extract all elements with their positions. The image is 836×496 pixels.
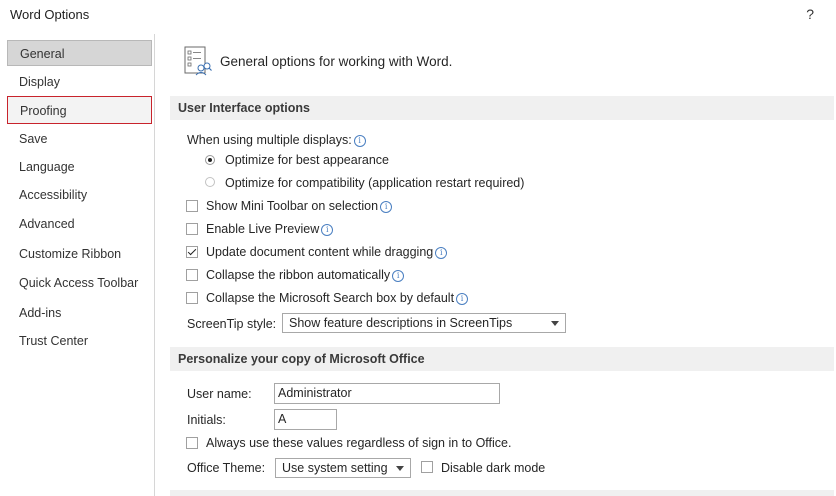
chevron-down-icon [551,321,559,326]
collapse-ribbon-label: Collapse the ribbon automatically i [206,268,405,282]
disable-dark-mode-label: Disable dark mode [441,461,546,475]
sidebar-item-language[interactable]: Language [7,154,152,180]
screentip-value: Show feature descriptions in ScreenTips [289,316,513,330]
collapse-ribbon-text: Collapse the ribbon automatically [206,268,391,282]
checkbox-collapse-ribbon[interactable] [186,269,198,281]
update-dragging-text: Update document content while dragging [206,245,434,259]
live-preview-text: Enable Live Preview [206,222,320,236]
checkbox-update-dragging[interactable] [186,246,198,258]
office-theme-value: Use system setting [282,461,388,475]
checkbox-collapse-search[interactable] [186,292,198,304]
initials-input[interactable]: A [274,409,337,430]
info-icon[interactable]: i [456,293,469,305]
live-preview-label: Enable Live Preview i [206,222,334,236]
checkbox-always-use[interactable] [186,437,198,449]
window-title: Word Options [10,7,90,22]
section-ui-options: User Interface options [170,96,834,120]
update-dragging-label: Update document content while dragging i [206,245,448,259]
sidebar-item-customize-ribbon[interactable]: Customize Ribbon [7,241,152,267]
checkbox-live-preview[interactable] [186,223,198,235]
mini-toolbar-label: Show Mini Toolbar on selection i [206,199,393,213]
sidebar-item-quick-access-toolbar[interactable]: Quick Access Toolbar [7,270,152,296]
initials-label: Initials: [187,413,226,427]
multiple-displays-label: When using multiple displays: i [187,133,366,147]
content-panel: General options for working with Word. U… [158,34,836,496]
info-icon[interactable]: i [380,201,393,213]
radio-compatibility-label: Optimize for compatibility (application … [225,176,525,190]
always-use-label: Always use these values regardless of si… [206,436,512,450]
sidebar-item-accessibility[interactable]: Accessibility [7,182,152,208]
screentip-label: ScreenTip style: [187,317,277,331]
screentip-select[interactable]: Show feature descriptions in ScreenTips [282,313,566,333]
section-next [170,490,834,496]
radio-best-appearance[interactable] [205,155,215,165]
checkbox-disable-dark-mode[interactable] [421,461,433,473]
info-icon[interactable]: i [321,224,334,236]
sidebar-item-display[interactable]: Display [7,69,152,95]
username-label: User name: [187,387,252,401]
info-icon[interactable]: i [353,135,366,147]
office-theme-label: Office Theme: [187,461,266,475]
chevron-down-icon [396,466,404,471]
info-icon[interactable]: i [435,247,448,259]
sidebar-item-proofing[interactable]: Proofing [7,96,152,124]
info-icon[interactable]: i [392,270,405,282]
page-title: General options for working with Word. [220,54,453,69]
section-personalize: Personalize your copy of Microsoft Offic… [170,347,834,371]
collapse-search-text: Collapse the Microsoft Search box by def… [206,291,455,305]
sidebar-item-add-ins[interactable]: Add-ins [7,300,152,326]
sidebar-item-advanced[interactable]: Advanced [7,211,152,237]
sidebar-item-general[interactable]: General [7,40,152,66]
sidebar: General Display Proofing Save Language A… [4,34,155,496]
collapse-search-label: Collapse the Microsoft Search box by def… [206,291,469,305]
checkbox-mini-toolbar[interactable] [186,200,198,212]
title-bar: Word Options ? [0,0,836,32]
options-list-icon [184,46,212,76]
mini-toolbar-text: Show Mini Toolbar on selection [206,199,379,213]
radio-compatibility[interactable] [205,177,215,187]
username-input[interactable]: Administrator [274,383,500,404]
multiple-displays-text: When using multiple displays: [187,133,352,147]
sidebar-item-save[interactable]: Save [7,126,152,152]
help-button[interactable]: ? [806,6,814,22]
office-theme-select[interactable]: Use system setting [275,458,411,478]
sidebar-item-trust-center[interactable]: Trust Center [7,328,152,354]
radio-best-appearance-label: Optimize for best appearance [225,153,389,167]
